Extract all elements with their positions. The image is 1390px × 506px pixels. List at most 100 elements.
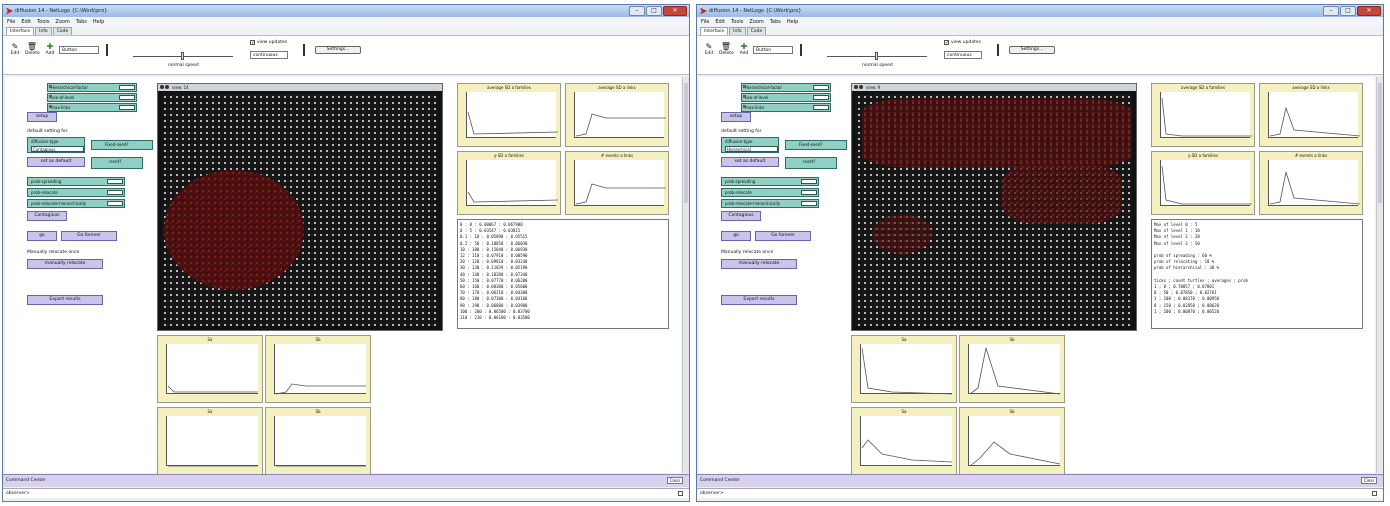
slider-prob-spreading[interactable]: prob-spreading — [721, 177, 819, 186]
slider-prob-relocate-hierarchically[interactable]: prob-relocate-hierarchically — [721, 199, 819, 208]
minimize-button[interactable]: – — [629, 6, 645, 16]
menu-item[interactable]: Zoom — [55, 19, 69, 25]
tab-interface[interactable]: Interface — [700, 27, 729, 35]
settings-button[interactable]: Settings... — [315, 46, 361, 54]
manually-relocate-button[interactable]: manually relocate — [721, 259, 797, 269]
go-button[interactable]: go — [27, 231, 57, 241]
go-forever-button[interactable]: Go forever — [755, 231, 811, 241]
diffusion-type-chooser[interactable]: diffusion-type Contagious — [27, 137, 85, 153]
slider-use-of-level[interactable]: use-of-level — [47, 93, 137, 102]
scroll-thumb[interactable] — [1378, 83, 1382, 203]
contagious-button[interactable]: Contagious — [27, 211, 67, 221]
menu-bar: File Edit Tools Zoom Tabs Help — [697, 17, 1383, 26]
slider-hierarchical-factor[interactable]: Hierarchical-factor — [741, 83, 831, 92]
update-mode-select[interactable]: continuous — [944, 51, 982, 59]
infected-region — [1002, 164, 1122, 224]
delete-tool[interactable]: 🗑 Delete — [25, 42, 40, 56]
world-view[interactable]: view: 9 — [851, 83, 1137, 331]
observer-input[interactable]: observer> — [697, 488, 1383, 498]
slider-max-links[interactable]: max-links — [741, 103, 831, 112]
close-button[interactable]: ✕ — [1357, 6, 1381, 16]
interface-area: Hierarchical-factor use-of-level max-lin… — [5, 77, 681, 475]
plot-line — [467, 191, 559, 203]
tab-interface[interactable]: Interface — [6, 27, 35, 35]
tab-info[interactable]: Info — [729, 27, 746, 35]
slider-prob-relocate[interactable]: prob-relocate — [27, 188, 125, 197]
plot-top-2: average SD a links — [565, 83, 669, 147]
tab-code[interactable]: Code — [746, 27, 767, 35]
menu-item[interactable]: File — [701, 19, 709, 25]
go-button[interactable]: go — [721, 231, 751, 241]
reset-switch[interactable]: reset? — [785, 157, 837, 169]
setup-button[interactable]: setup — [721, 112, 751, 122]
clear-button[interactable]: Clear — [1361, 477, 1377, 484]
reset-switch[interactable]: reset? — [91, 157, 143, 169]
fixed-seed-switch[interactable]: Fixed-seed? — [91, 140, 153, 150]
observer-input[interactable]: observer> — [3, 488, 689, 498]
slider-prob-relocate-hierarchically[interactable]: prob-relocate-hierarchically — [27, 199, 125, 208]
close-button[interactable]: ✕ — [663, 6, 687, 16]
tab-info[interactable]: Info — [35, 27, 52, 35]
export-results-button[interactable]: Export results — [27, 295, 103, 305]
dropdown-icon[interactable] — [678, 491, 683, 496]
maximize-button[interactable]: □ — [646, 6, 662, 16]
vertical-scrollbar[interactable] — [1376, 77, 1383, 473]
slider-max-links[interactable]: max-links — [47, 103, 137, 112]
toolbar: ✎ Edit 🗑 Delete ✚ Add Button normal speed ✓… — [697, 35, 1383, 75]
menu-item[interactable]: Edit — [715, 19, 725, 25]
fixed-seed-switch[interactable]: Fixed-seed? — [785, 140, 847, 150]
dropdown-icon[interactable] — [1372, 491, 1377, 496]
view-icon — [859, 85, 863, 89]
plus-icon: ✚ — [740, 42, 748, 51]
delete-tool[interactable]: 🗑 Delete — [719, 42, 734, 56]
edit-tool[interactable]: ✎ Edit — [703, 42, 715, 56]
clear-button[interactable]: Clear — [667, 477, 683, 484]
checkmark-icon: ✓ — [944, 40, 950, 46]
set-default-button[interactable]: set as default — [27, 157, 85, 167]
slider-hierarchical-factor[interactable]: Hierarchical-factor — [47, 83, 137, 92]
menu-item[interactable]: File — [7, 19, 15, 25]
world-view[interactable]: view: 14 — [157, 83, 443, 331]
go-forever-button[interactable]: Go forever — [61, 231, 117, 241]
settings-button[interactable]: Settings... — [1009, 46, 1055, 54]
slider-prob-spreading[interactable]: prob-spreading — [27, 177, 125, 186]
export-results-button[interactable]: Export results — [721, 295, 797, 305]
minimize-button[interactable]: – — [1323, 6, 1339, 16]
window-title: diffusion 14 - NetLogo {C:\Work\pro} — [15, 8, 108, 14]
view-updates-checkbox[interactable]: ✓ view updates — [250, 40, 287, 46]
diffusion-type-chooser[interactable]: diffusion-type Hierarchical — [721, 137, 779, 153]
menu-item[interactable]: Help — [787, 19, 798, 25]
speed-knob[interactable] — [875, 52, 878, 60]
menu-item[interactable]: Tabs — [76, 19, 87, 25]
maximize-button[interactable]: □ — [1340, 6, 1356, 16]
scroll-thumb[interactable] — [684, 83, 688, 203]
view-icon — [854, 85, 858, 89]
contagious-button[interactable]: Contagious — [721, 211, 761, 221]
slider-prob-relocate[interactable]: prob-relocate — [721, 188, 819, 197]
edit-tool[interactable]: ✎ Edit — [9, 42, 21, 56]
set-default-button[interactable]: set as default — [721, 157, 779, 167]
setup-button[interactable]: setup — [27, 112, 57, 122]
pencil-icon: ✎ — [11, 42, 19, 51]
plot-line — [168, 465, 258, 467]
menu-item[interactable]: Zoom — [749, 19, 763, 25]
menu-item[interactable]: Tools — [37, 19, 49, 25]
slider-use-of-level[interactable]: use-of-level — [741, 93, 831, 102]
view-updates-checkbox[interactable]: ✓ view updates — [944, 40, 981, 46]
menu-item[interactable]: Tools — [731, 19, 743, 25]
add-tool[interactable]: ✚ Add — [739, 42, 749, 56]
widget-type-select[interactable]: Button — [59, 46, 99, 54]
menu-item[interactable]: Edit — [21, 19, 31, 25]
menu-item[interactable]: Help — [93, 19, 104, 25]
plot-top-3: y-SD a families — [457, 151, 561, 215]
widget-type-select[interactable]: Button — [753, 46, 793, 54]
speed-slider[interactable] — [827, 52, 927, 60]
speed-knob[interactable] — [181, 52, 184, 60]
menu-item[interactable]: Tabs — [770, 19, 781, 25]
tab-code[interactable]: Code — [52, 27, 73, 35]
update-mode-select[interactable]: continuous — [250, 51, 288, 59]
manually-relocate-button[interactable]: manually relocate — [27, 259, 103, 269]
add-tool[interactable]: ✚ Add — [45, 42, 55, 56]
speed-slider[interactable] — [133, 52, 233, 60]
vertical-scrollbar[interactable] — [682, 77, 689, 473]
